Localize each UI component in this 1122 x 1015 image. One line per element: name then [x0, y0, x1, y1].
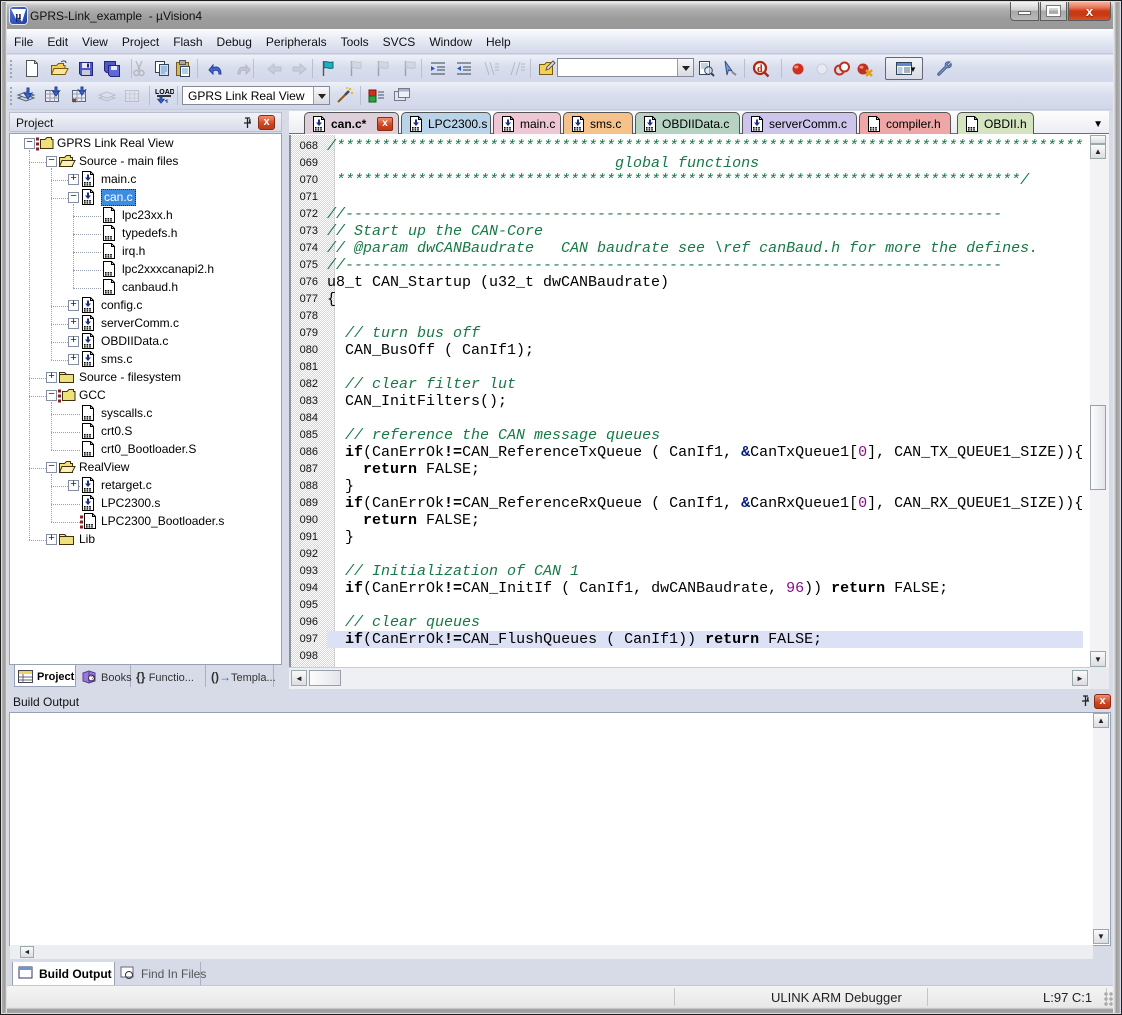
svg-text:?: ?	[90, 676, 94, 683]
svg-text:LOAD: LOAD	[155, 89, 174, 96]
svg-text:d: d	[757, 64, 763, 75]
svg-text:µ: µ	[16, 11, 22, 22]
